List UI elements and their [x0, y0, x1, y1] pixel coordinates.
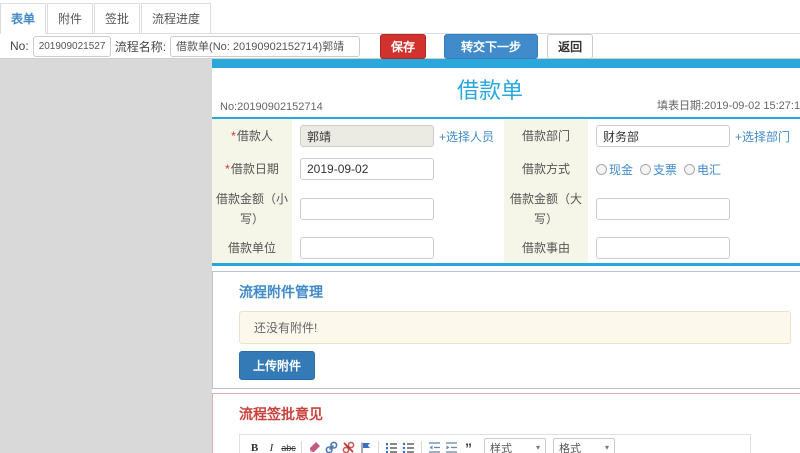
- editor-toolbar: B I abc ” 样式 ▾ 格式 ▾: [240, 435, 750, 453]
- form-fill-date: 填表日期:2019-09-02 15:27:1: [657, 100, 800, 112]
- no-input[interactable]: [32, 35, 111, 57]
- save-button[interactable]: 保存: [380, 33, 427, 59]
- select-department-link[interactable]: +选择部门: [735, 128, 790, 145]
- panel-accent-bar: [212, 59, 800, 68]
- next-step-button[interactable]: 转交下一步: [444, 33, 539, 59]
- radio-circle-icon: [684, 163, 696, 175]
- radio-wire[interactable]: 电汇: [684, 161, 721, 178]
- anchor-flag-icon[interactable]: [358, 439, 373, 453]
- loan-unit-label: 借款单位: [212, 233, 292, 263]
- department-label: 借款部门: [504, 119, 588, 153]
- loan-reason-label: 借款事由: [504, 233, 588, 263]
- outdent-icon[interactable]: [427, 439, 442, 453]
- attachments-section: 流程附件管理 还没有附件! 上传附件: [212, 271, 800, 389]
- toolbar-separator: [301, 440, 302, 453]
- strikethrough-icon[interactable]: abc: [281, 439, 296, 453]
- amount-upper-label: 借款金额（大写）: [504, 185, 588, 233]
- no-attachments-message: 还没有附件!: [239, 311, 791, 344]
- amount-lower-label: 借款金额（小写）: [212, 185, 292, 233]
- required-mark: *: [231, 129, 236, 143]
- loan-date-input[interactable]: [300, 158, 434, 180]
- no-label: No:: [10, 39, 29, 53]
- loan-method-group: 现金 支票 电汇: [588, 153, 800, 185]
- amount-lower-input[interactable]: [300, 198, 434, 220]
- unlink-icon[interactable]: [341, 439, 356, 453]
- process-name-input[interactable]: [170, 35, 361, 57]
- form-header: 借款单 No:20190902152714 填表日期:2019-09-02 15…: [212, 68, 800, 119]
- chevron-down-icon: ▾: [535, 443, 540, 452]
- form-panel: 借款单 No:20190902152714 填表日期:2019-09-02 15…: [212, 59, 800, 453]
- radio-circle-icon: [596, 163, 607, 175]
- form-number: No:20190902152714: [220, 101, 323, 113]
- format-dropdown[interactable]: 格式 ▾: [553, 438, 615, 453]
- attachments-heading: 流程附件管理: [239, 284, 323, 300]
- bold-icon[interactable]: B: [247, 439, 262, 453]
- radio-cash[interactable]: 现金: [596, 161, 633, 178]
- screen: 表单 附件 签批 流程进度 No: 流程名称: 保存 转交下一步 返回 借款单 …: [0, 0, 800, 453]
- borrower-input[interactable]: [300, 125, 434, 147]
- loan-unit-input[interactable]: [300, 237, 434, 259]
- upload-attachment-button[interactable]: 上传附件: [239, 351, 316, 380]
- required-mark: *: [225, 162, 230, 176]
- loan-form: *借款人 +选择人员 借款部门 +选择部门 *借款日期 借款方式: [212, 119, 800, 266]
- blockquote-icon[interactable]: ”: [461, 439, 476, 453]
- italic-icon[interactable]: I: [264, 439, 279, 453]
- unordered-list-icon[interactable]: [401, 439, 416, 453]
- approval-heading: 流程签批意见: [239, 406, 323, 422]
- department-input[interactable]: [596, 125, 730, 147]
- top-bar: 表单 附件 签批 流程进度 No: 流程名称: 保存 转交下一步 返回: [0, 0, 800, 59]
- loan-date-label: *借款日期: [212, 153, 292, 185]
- toolbar-separator: [421, 440, 422, 453]
- back-button[interactable]: 返回: [547, 33, 594, 59]
- radio-check[interactable]: 支票: [640, 161, 677, 178]
- link-icon[interactable]: [324, 439, 339, 453]
- amount-upper-input[interactable]: [596, 198, 730, 220]
- chevron-down-icon: ▾: [604, 443, 609, 452]
- radio-circle-icon: [640, 163, 652, 175]
- approval-section: 流程签批意见 B I abc ” 样式 ▾ 格式 ▾: [212, 393, 800, 453]
- borrower-label: *借款人: [212, 119, 292, 153]
- styles-dropdown[interactable]: 样式 ▾: [484, 438, 546, 453]
- loan-reason-input[interactable]: [596, 237, 730, 259]
- toolbar-separator: [378, 440, 379, 453]
- copy-format-icon[interactable]: [307, 439, 322, 453]
- tab-approval[interactable]: 签批: [94, 3, 141, 33]
- ordered-list-icon[interactable]: [384, 439, 399, 453]
- action-toolbar: No: 流程名称: 保存 转交下一步 返回: [0, 33, 800, 59]
- tab-bar: 表单 附件 签批 流程进度: [0, 0, 800, 34]
- tab-form[interactable]: 表单: [0, 3, 47, 34]
- loan-method-label: 借款方式: [504, 153, 588, 185]
- tab-progress[interactable]: 流程进度: [141, 3, 212, 33]
- rich-text-editor: B I abc ” 样式 ▾ 格式 ▾: [239, 434, 751, 453]
- select-person-link[interactable]: +选择人员: [439, 128, 494, 145]
- tab-attachments[interactable]: 附件: [47, 3, 94, 33]
- indent-icon[interactable]: [444, 439, 459, 453]
- process-name-label: 流程名称:: [114, 39, 167, 54]
